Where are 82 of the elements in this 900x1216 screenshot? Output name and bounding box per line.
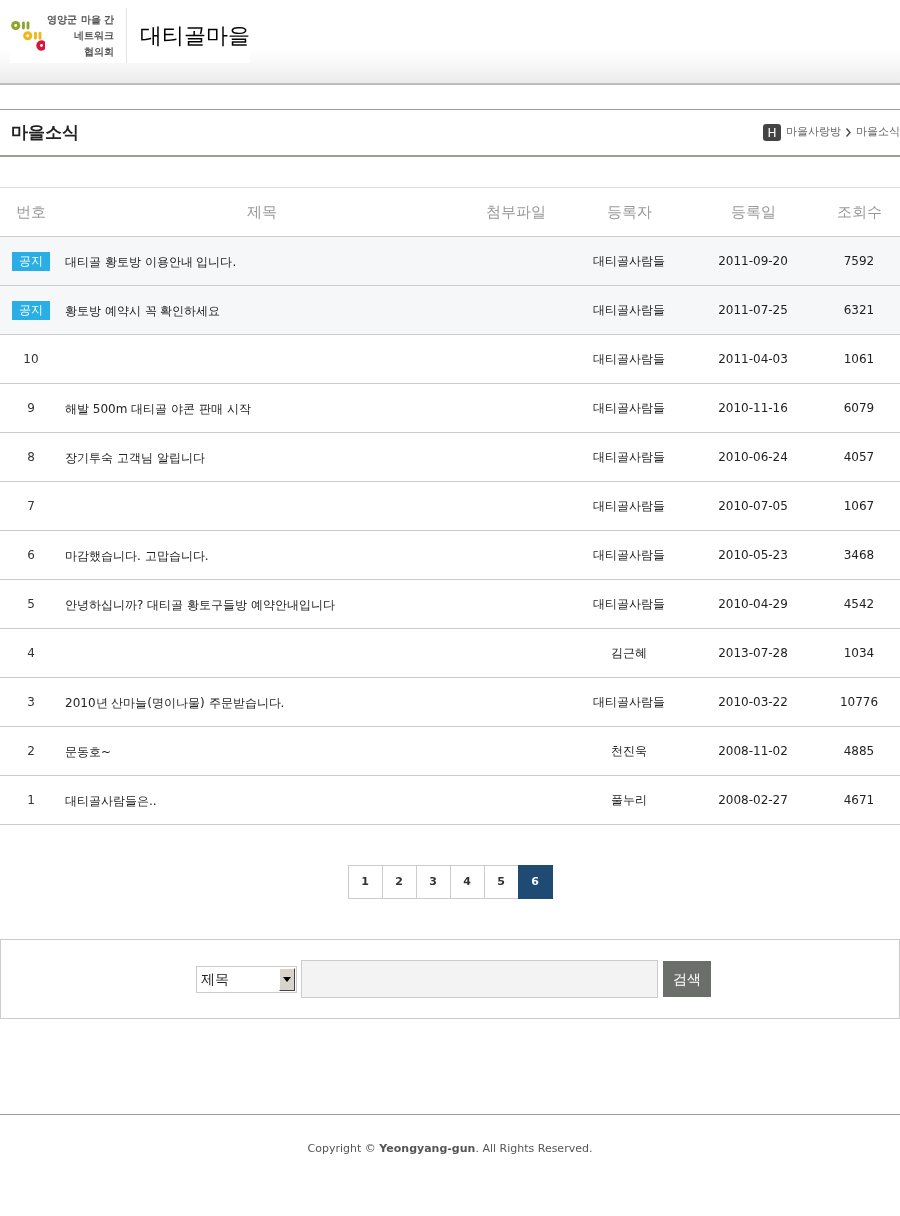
post-title-link[interactable]: 장기투숙 고객님 알립니다 <box>65 451 205 465</box>
table-cell-text: 3 <box>27 694 35 711</box>
post-title-link[interactable]: 2010년 산마늘(명이나물) 주문받습니다. <box>65 696 285 710</box>
table-cell-text: 대티골사람들 <box>593 596 665 613</box>
table-cell-text: 김근혜 <box>611 645 647 662</box>
copyright-text: Copyright © Yeongyang-gun. All Rights Reserved. <box>307 1141 593 1158</box>
search-button[interactable]: 검색 <box>662 961 711 997</box>
table-cell-text: 천진욱 <box>611 743 647 760</box>
notice-badge: 공지 <box>12 300 50 320</box>
table-cell-text: 대티골사람들 <box>593 253 665 270</box>
column-header: 등록자 <box>605 201 653 223</box>
table-cell-text: 6079 <box>843 400 875 417</box>
table-cell-text: 대티골사람들 <box>593 400 665 417</box>
page-button[interactable]: 4 <box>449 865 485 899</box>
table-cell-text: 2010-11-16 <box>718 400 788 417</box>
page-button[interactable]: 1 <box>347 865 383 899</box>
table-cell-text: 2011-04-03 <box>718 351 788 368</box>
notice-badge: 공지 <box>12 251 50 271</box>
logo-text: 네트워크 <box>74 29 115 42</box>
table-cell-text: 2010-06-24 <box>718 449 788 466</box>
table-cell-text: 10 <box>23 351 39 368</box>
table-cell-text: 2008-02-27 <box>718 792 788 809</box>
table-cell-text: 대티골사람들 <box>593 302 665 319</box>
table-cell-text: 2011-09-20 <box>718 253 788 270</box>
logo-text: 영양군 마을 간 <box>47 13 115 26</box>
table-cell-text: 대티골사람들 <box>593 694 665 711</box>
page-button[interactable]: 5 <box>483 865 519 899</box>
table-cell-text: 7592 <box>843 253 875 270</box>
column-header: 번호 <box>15 201 47 223</box>
table-cell-text: 대티골사람들 <box>593 449 665 466</box>
table-cell-text: 6 <box>27 547 35 564</box>
site-title[interactable]: 대티골마을 <box>140 19 250 52</box>
table-cell-text: 2010-07-05 <box>718 498 788 515</box>
table-cell-text: 1067 <box>843 498 875 515</box>
table-cell-text: 9 <box>27 400 35 417</box>
table-cell-text: 1034 <box>843 645 875 662</box>
post-title-link[interactable]: 안녕하십니까? 대티골 황토구들방 예약안내입니다 <box>65 598 335 612</box>
table-cell-text: 2008-11-02 <box>718 743 788 760</box>
table-cell-text: 4542 <box>843 596 875 613</box>
post-title-link[interactable]: 문동호~ <box>65 745 112 759</box>
table-cell-text: 5 <box>27 596 35 613</box>
breadcrumb-link[interactable]: 마을사랑방 <box>786 124 841 141</box>
table-cell-text: 1 <box>27 792 35 809</box>
table-cell-text: 1061 <box>843 351 875 368</box>
post-title-link[interactable]: 해발 500m 대티골 야콘 판매 시작 <box>65 402 251 416</box>
table-cell-text: 2010-04-29 <box>718 596 788 613</box>
page-button[interactable]: 3 <box>415 865 451 899</box>
post-title-link[interactable]: 황토방 예약시 꼭 확인하세요 <box>65 304 221 318</box>
post-title-link[interactable]: 마감했습니다. 고맙습니다. <box>65 549 209 563</box>
column-header: 등록일 <box>729 201 777 223</box>
search-field[interactable] <box>300 960 658 998</box>
post-title-link[interactable]: 대티골 황토방 이용안내 입니다. <box>65 255 237 269</box>
chevron-icon <box>846 128 851 137</box>
home-icon[interactable]: H <box>763 124 781 141</box>
table-cell-text: 3468 <box>843 547 875 564</box>
table-cell-text: 4671 <box>843 792 875 809</box>
table-cell-text: 대티골사람들 <box>593 351 665 368</box>
table-cell-text: 대티골사람들 <box>593 547 665 564</box>
table-cell-text: 2 <box>27 743 35 760</box>
table-cell-text: 2010-03-22 <box>718 694 788 711</box>
column-header: 조회수 <box>835 201 883 223</box>
table-cell-text: 4 <box>27 645 35 662</box>
table-cell-text: 6321 <box>843 302 875 319</box>
field-select[interactable]: 제목 <box>195 965 297 993</box>
table-cell-text: 4057 <box>843 449 875 466</box>
breadcrumb-link[interactable]: 마을소식 <box>856 124 900 141</box>
table-cell-text: 2011-07-25 <box>718 302 788 319</box>
column-header: 첨부파일 <box>485 201 547 223</box>
table-cell-text: 2010-05-23 <box>718 547 788 564</box>
table-cell-text: 10776 <box>839 694 879 711</box>
table-cell-text: 4885 <box>843 743 875 760</box>
post-title-link[interactable]: 대티골사람들은.. <box>65 794 157 808</box>
table-cell-text: 풀누리 <box>611 792 647 809</box>
page-button[interactable]: 6 <box>517 865 553 899</box>
table-cell-text: 2013-07-28 <box>718 645 788 662</box>
table-cell-text: 7 <box>27 498 35 515</box>
page-button[interactable]: 2 <box>381 865 417 899</box>
page-title: 마을소식 <box>11 120 79 144</box>
logo-text: 협의회 <box>84 45 115 58</box>
table-cell-text: 대티골사람들 <box>593 498 665 515</box>
table-cell-text: 8 <box>27 449 35 466</box>
column-header: 제목 <box>246 201 278 223</box>
